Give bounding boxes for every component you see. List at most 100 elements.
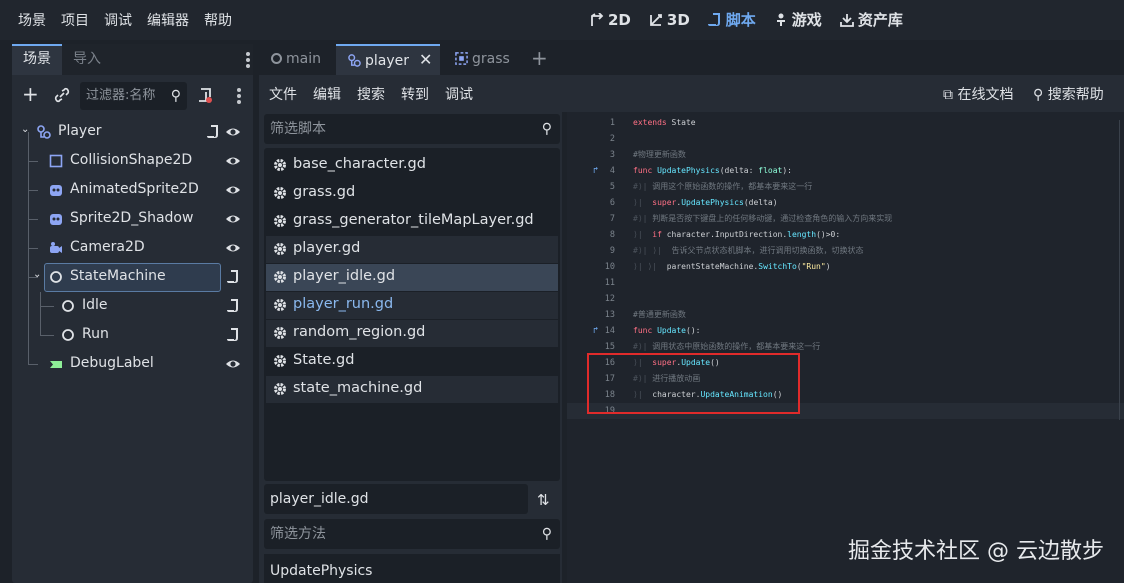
code-line[interactable]: 5 #⟩| 调用这个原始函数的操作，都基本要来这一行 bbox=[567, 179, 1124, 195]
script-filter-input[interactable]: 筛选脚本 ⚲ bbox=[264, 114, 560, 144]
method-item[interactable]: UpdatePhysics bbox=[264, 554, 560, 583]
eye-icon[interactable] bbox=[225, 356, 241, 372]
code-line[interactable]: 8 ⟩| if character.InputDirection.length()… bbox=[567, 227, 1124, 243]
code-line[interactable]: 9 #⟩| ⟩| 告诉父节点状态机脚本，进行调用切换函数，切换状态 bbox=[567, 243, 1124, 259]
code-text: #普通更新函数 bbox=[633, 310, 686, 319]
code-text: extends State bbox=[633, 118, 696, 127]
code-line[interactable]: 10 ⟩| ⟩| parentStateMachine.SwitchTo("Run… bbox=[567, 259, 1124, 275]
menu-editor[interactable]: 编辑器 bbox=[147, 10, 189, 30]
code-line[interactable]: 12 bbox=[567, 291, 1124, 307]
asset-library-icon bbox=[839, 13, 854, 27]
tree-node-camera2d[interactable]: Camera2D bbox=[12, 234, 253, 263]
attach-script-icon[interactable] bbox=[198, 88, 213, 103]
menu-file[interactable]: 文件 bbox=[269, 84, 297, 104]
code-line[interactable]: 7 #⟩| 判断是否按下键盘上的任何移动键，通过检查角色的输入方向来实现 bbox=[567, 211, 1124, 227]
script-item[interactable]: player.gd bbox=[266, 236, 558, 263]
add-node-icon[interactable]: + bbox=[22, 82, 39, 106]
tree-node-collisionshape2d[interactable]: CollisionShape2D bbox=[12, 147, 253, 176]
code-line[interactable]: 2 bbox=[567, 131, 1124, 147]
script-icon bbox=[707, 13, 720, 26]
script-list-panel: 筛选脚本 ⚲ base_character.gd grass.gd grass_… bbox=[259, 112, 562, 583]
code-editor[interactable]: 1 extends State 2 3 #物理更新函数 ↱ 4 func UpdatePhys… bbox=[567, 112, 1124, 583]
chevron-down-icon[interactable]: ⌄ bbox=[33, 269, 41, 280]
dock-menu-icon[interactable] bbox=[246, 52, 250, 70]
mode-asset-library-button[interactable]: 资产库 bbox=[839, 9, 903, 30]
scene-filter-input[interactable]: 过滤器:名称 ⚲ bbox=[80, 82, 187, 110]
mode-script-button[interactable]: 脚本 bbox=[707, 9, 756, 30]
line-number: 14 bbox=[604, 326, 615, 336]
script-icon[interactable] bbox=[227, 269, 239, 284]
eye-icon[interactable] bbox=[225, 153, 241, 169]
add-tab-icon[interactable]: + bbox=[531, 46, 548, 70]
external-link-icon: ⧉ bbox=[943, 87, 953, 103]
line-number: 1 bbox=[609, 118, 615, 128]
script-item[interactable]: base_character.gd bbox=[266, 152, 558, 179]
method-filter-input[interactable]: 筛选方法 ⚲ bbox=[264, 519, 560, 549]
script-item-selected[interactable]: player_idle.gd bbox=[266, 264, 558, 291]
script-item[interactable]: player_run.gd bbox=[266, 292, 558, 319]
scrollbar[interactable] bbox=[1119, 120, 1120, 420]
tree-node-debuglabel[interactable]: DebugLabel bbox=[12, 350, 253, 379]
gear-icon bbox=[274, 243, 286, 255]
tab-scene[interactable]: 场景 bbox=[12, 44, 62, 75]
script-editor: main player ✕ grass + 文件 编辑 搜索 转到 调试 ⧉ 在线… bbox=[259, 44, 1124, 583]
menu-debug-script[interactable]: 调试 bbox=[445, 84, 473, 104]
top-bar: 场景 项目 调试 编辑器 帮助 2D 3D 脚本 游戏 资产库 bbox=[0, 0, 1124, 40]
menu-help[interactable]: 帮助 bbox=[204, 10, 232, 30]
code-line[interactable]: ↱ 4 func UpdatePhysics(delta: float): bbox=[567, 163, 1124, 179]
code-line[interactable]: 3 #物理更新函数 bbox=[567, 147, 1124, 163]
online-docs-button[interactable]: ⧉ 在线文档 bbox=[943, 84, 1013, 104]
search-help-icon: ⚲ bbox=[1033, 87, 1044, 103]
code-line[interactable]: ↱ 14 func Update(): bbox=[567, 323, 1124, 339]
label-icon bbox=[50, 361, 62, 368]
script-icon[interactable] bbox=[227, 298, 239, 313]
tab-main[interactable]: main bbox=[259, 44, 335, 75]
script-item[interactable]: State.gd bbox=[266, 348, 558, 375]
file-tab-bar: main player ✕ grass + bbox=[259, 44, 1124, 75]
eye-icon[interactable] bbox=[225, 182, 241, 198]
tree-node-animatedsprite2d[interactable]: AnimatedSprite2D bbox=[12, 176, 253, 205]
script-item[interactable]: grass_generator_tileMapLayer.gd bbox=[266, 208, 558, 235]
link-icon[interactable] bbox=[54, 87, 70, 103]
tree-node-run[interactable]: Run bbox=[12, 321, 253, 350]
script-item[interactable]: random_region.gd bbox=[266, 320, 558, 347]
chevron-down-icon[interactable]: ⌄ bbox=[21, 124, 29, 135]
script-item[interactable]: grass.gd bbox=[266, 180, 558, 207]
code-line[interactable]: 11 bbox=[567, 275, 1124, 291]
tab-grass[interactable]: grass bbox=[443, 44, 523, 75]
line-number: 8 bbox=[609, 230, 615, 240]
close-icon[interactable]: ✕ bbox=[419, 50, 432, 69]
mode-3d-button[interactable]: 3D bbox=[649, 9, 690, 30]
menu-scene[interactable]: 场景 bbox=[18, 10, 46, 30]
script-icon[interactable] bbox=[207, 124, 219, 139]
code-line[interactable]: 6 ⟩| super.UpdatePhysics(delta) bbox=[567, 195, 1124, 211]
gear-icon bbox=[274, 327, 286, 339]
tab-player[interactable]: player ✕ bbox=[336, 44, 440, 75]
mode-2d-button[interactable]: 2D bbox=[590, 9, 631, 30]
tree-node-statemachine[interactable]: ⌄ StateMachine bbox=[12, 263, 253, 292]
code-line[interactable]: 1 extends State bbox=[567, 115, 1124, 131]
mode-game-button[interactable]: 游戏 bbox=[774, 9, 822, 30]
tree-node-player[interactable]: ⌄ Player bbox=[12, 118, 253, 147]
menu-edit[interactable]: 编辑 bbox=[313, 84, 341, 104]
eye-icon[interactable] bbox=[225, 240, 241, 256]
script-icon[interactable] bbox=[227, 327, 239, 342]
menu-project[interactable]: 项目 bbox=[61, 10, 89, 30]
eye-icon[interactable] bbox=[225, 124, 241, 140]
3d-icon bbox=[649, 13, 662, 26]
script-item[interactable]: state_machine.gd bbox=[266, 376, 558, 403]
menu-debug[interactable]: 调试 bbox=[104, 10, 132, 30]
search-help-button[interactable]: ⚲ 搜索帮助 bbox=[1033, 84, 1104, 104]
eye-icon[interactable] bbox=[225, 211, 241, 227]
scene-menu-icon[interactable] bbox=[237, 88, 241, 106]
sort-icon[interactable]: ⇅ bbox=[537, 491, 550, 509]
node-icon bbox=[62, 300, 74, 312]
scene-dock-tabs: 场景 导入 bbox=[12, 44, 253, 75]
node-icon bbox=[50, 271, 62, 283]
code-line[interactable]: 13 #普通更新函数 bbox=[567, 307, 1124, 323]
tree-node-sprite2d-shadow[interactable]: Sprite2D_Shadow bbox=[12, 205, 253, 234]
menu-goto[interactable]: 转到 bbox=[401, 84, 429, 104]
tree-node-idle[interactable]: Idle bbox=[12, 292, 253, 321]
tab-import[interactable]: 导入 bbox=[62, 44, 112, 75]
menu-search[interactable]: 搜索 bbox=[357, 84, 385, 104]
